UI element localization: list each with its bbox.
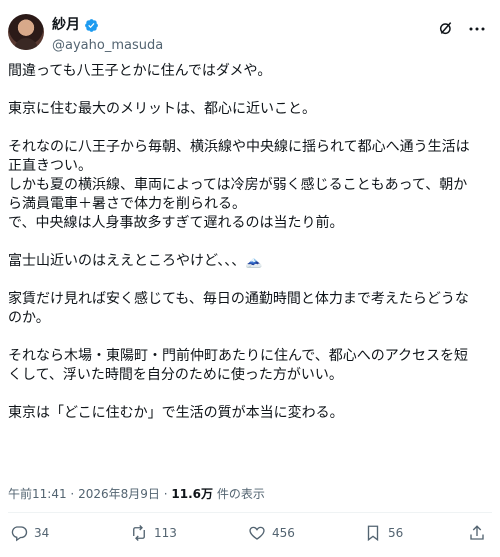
more-options-icon[interactable] [468,22,486,36]
display-name[interactable]: 紗月 [52,16,80,34]
tweet-time[interactable]: 午前11:41 [8,487,67,501]
meta-separator: · [163,487,168,501]
share-button[interactable] [468,524,486,542]
like-button[interactable]: 456 [248,524,295,542]
avatar[interactable] [8,14,44,50]
divider [8,512,492,513]
tweet-paragraph: 東京に住む最大のメリットは、都心に近いこと。 [8,101,316,117]
tweet-text: 間違っても八王子とかに住んではダメや。 東京に住む最大のメリットは、都心に近いこ… [8,62,492,423]
verified-badge-icon [85,18,98,32]
views-label: 件の表示 [216,487,265,501]
repost-button[interactable]: 113 [130,524,177,542]
tweet-date[interactable]: 2026年8月9日 [78,487,160,501]
action-bar: 34 113 456 56 [8,524,492,550]
user-handle[interactable]: @ayaho_masuda [52,38,163,54]
like-count: 456 [272,526,295,540]
bookmark-button[interactable]: 56 [364,524,403,542]
tweet-paragraph: 家賃だけ見れば安く感じても、毎日の通勤時間と体力まで考えたらどうな のか。 [8,291,469,326]
bookmark-icon [367,525,379,542]
meta-separator: · [70,487,75,501]
repost-icon [133,525,145,541]
tweet-header: 紗月 @ayaho_masuda [8,10,490,54]
share-icon [470,525,484,540]
reply-button[interactable]: 34 [10,524,49,542]
tweet-paragraph: 富士山近いのはええところやけど、、、🗻 [8,253,263,269]
heart-icon [249,526,265,540]
reply-icon [11,526,28,542]
views-count[interactable]: 11.6万 [171,487,213,501]
tweet-meta: 午前11:41 · 2026年8月9日 · 11.6万 件の表示 [8,486,265,502]
tweet-paragraph: それなのに八王子から毎朝、横浜線や中央線に揺られて都心へ通う生活は 正直きつい。… [8,139,470,231]
reply-count: 34 [34,526,50,540]
tweet-paragraph: それなら木場・東陽町・門前仲町あたりに住んで、都心へのアクセスを短 くして、浮い… [8,348,469,383]
tweet-paragraph: 東京は「どこに住むか」で生活の質が本当に変わる。 [8,405,344,421]
grok-icon[interactable] [438,20,454,36]
tweet-paragraph: 間違っても八王子とかに住んではダメや。 [8,63,272,79]
bookmark-count: 56 [388,526,404,540]
name-row: 紗月 [52,16,99,34]
repost-count: 113 [154,526,177,540]
